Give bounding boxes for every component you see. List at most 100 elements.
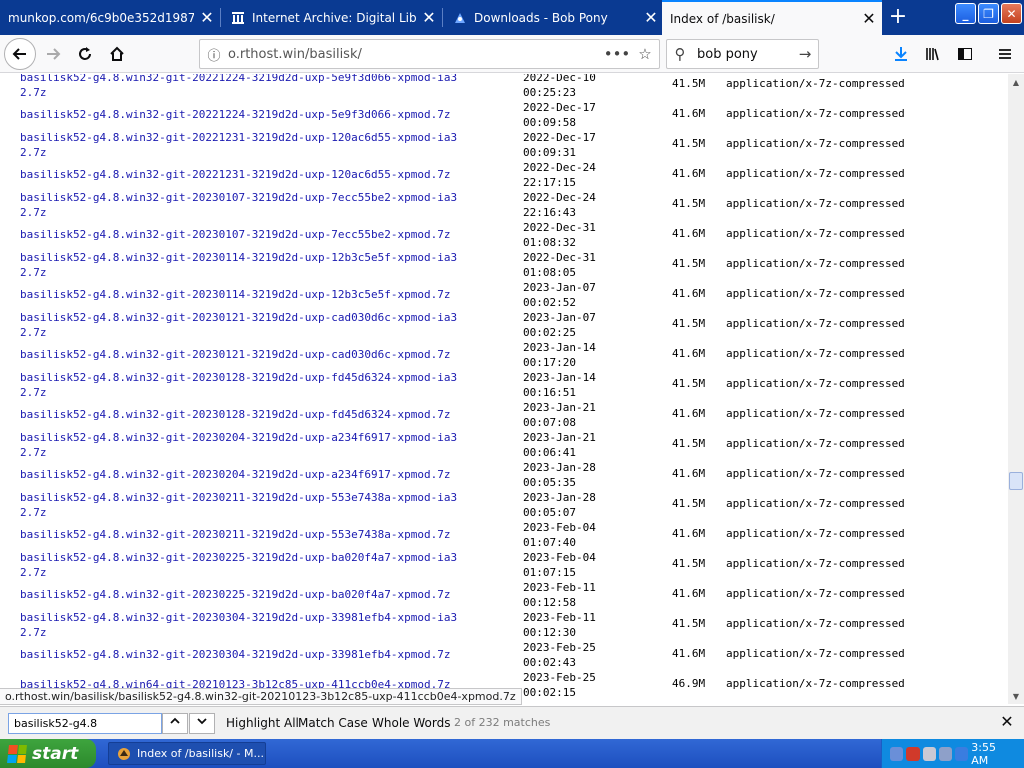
modified-date: 2022-Dec-17: [523, 101, 596, 114]
file-link[interactable]: basilisk52-g4.8.win32-git-20230304-3219d…: [20, 647, 490, 662]
file-link[interactable]: basilisk52-g4.8.win32-git-20230114-3219d…: [20, 250, 462, 280]
downloads-button[interactable]: [886, 39, 916, 69]
close-window-button[interactable]: ✕: [1001, 3, 1022, 24]
download-icon: [895, 47, 907, 61]
match-case-toggle[interactable]: Match Case: [298, 716, 368, 730]
maximize-button[interactable]: ❐: [978, 3, 999, 24]
home-button[interactable]: [102, 39, 132, 69]
tab-munkop[interactable]: munkop.com/6c9b0e352d1987ebe5f ✕: [0, 0, 220, 35]
bookmark-star-icon[interactable]: ☆: [631, 45, 659, 63]
scroll-down-icon[interactable]: ▼: [1008, 688, 1024, 704]
listing-row: basilisk52-g4.8.win32-git-20230211-3219d…: [0, 490, 1008, 520]
file-link[interactable]: basilisk52-g4.8.win32-git-20230128-3219d…: [20, 370, 462, 400]
modified-time: 01:07:15: [523, 566, 576, 579]
highlight-all-toggle[interactable]: Highlight All: [226, 716, 299, 730]
file-size: 41.6M: [672, 647, 706, 660]
close-icon[interactable]: ✕: [856, 9, 882, 28]
search-input[interactable]: bob pony: [693, 47, 792, 62]
modified-datetime: 2023-Feb-04 01:07:40: [523, 520, 643, 550]
mime-type: application/x-7z-compressed: [726, 227, 905, 240]
file-link[interactable]: basilisk52-g4.8.win32-git-20221231-3219d…: [20, 130, 462, 160]
close-icon[interactable]: ✕: [416, 8, 442, 27]
find-previous-button[interactable]: [162, 713, 188, 734]
file-link[interactable]: basilisk52-g4.8.win32-git-20230121-3219d…: [20, 310, 462, 340]
mime-type: application/x-7z-compressed: [726, 587, 905, 600]
start-button[interactable]: start: [0, 739, 96, 768]
security-shield-icon[interactable]: [906, 746, 920, 761]
sidebar-button[interactable]: [950, 39, 980, 69]
page-actions-icon[interactable]: •••: [603, 45, 631, 63]
file-link[interactable]: basilisk52-g4.8.win32-git-20230211-3219d…: [20, 527, 490, 542]
mime-type: application/x-7z-compressed: [726, 257, 905, 270]
file-link[interactable]: basilisk52-g4.8.win32-git-20230304-3219d…: [20, 610, 462, 640]
taskbar: start Index of /basilisk/ - M... 3:55 AM: [0, 739, 1024, 768]
modified-time: 22:17:15: [523, 176, 576, 189]
close-find-bar-icon[interactable]: ✕: [998, 712, 1016, 731]
search-go-icon[interactable]: →: [792, 45, 818, 63]
tab-separator: [442, 8, 443, 27]
scrollbar-thumb[interactable]: [1009, 472, 1023, 490]
modified-date: 2023-Feb-04: [523, 551, 596, 564]
taskbar-item-browser[interactable]: Index of /basilisk/ - M...: [108, 742, 266, 765]
tab-index-basilisk[interactable]: Index of /basilisk/ ✕: [662, 0, 882, 35]
file-link[interactable]: basilisk52-g4.8.win32-git-20230114-3219d…: [20, 287, 490, 302]
file-link[interactable]: basilisk52-g4.8.win32-git-20230225-3219d…: [20, 550, 462, 580]
file-link[interactable]: basilisk52-g4.8.win32-git-20230107-3219d…: [20, 227, 490, 242]
reload-button[interactable]: [70, 39, 100, 69]
tab-internet-archive[interactable]: Internet Archive: Digital Library of ✕: [222, 0, 442, 35]
url-bar[interactable]: ⓘ o.rthost.win/basilisk/ ••• ☆: [199, 39, 660, 69]
file-link[interactable]: basilisk52-g4.8.win32-git-20230211-3219d…: [20, 490, 462, 520]
menu-button[interactable]: [990, 39, 1020, 69]
listing-row: basilisk52-g4.8.win32-git-20230107-3219d…: [0, 220, 1008, 250]
file-size: 41.5M: [672, 317, 706, 330]
tab-downloads-bob-pony[interactable]: Downloads - Bob Pony ✕: [444, 0, 664, 35]
modified-time: 00:02:15: [523, 686, 576, 699]
basilisk-app-icon: [118, 747, 130, 760]
file-link[interactable]: basilisk52-g4.8.win32-git-20221224-3219d…: [20, 107, 490, 122]
update-icon[interactable]: [955, 746, 969, 761]
close-icon[interactable]: ✕: [638, 8, 664, 27]
close-icon[interactable]: ✕: [194, 8, 220, 27]
search-icon: ⚲: [674, 45, 686, 63]
file-link[interactable]: basilisk52-g4.8.win32-git-20230204-3219d…: [20, 467, 490, 482]
network-icon[interactable]: [890, 746, 904, 761]
antivirus-icon[interactable]: [922, 746, 936, 761]
file-link[interactable]: basilisk52-g4.8.win32-git-20230128-3219d…: [20, 407, 490, 422]
find-input[interactable]: [8, 713, 162, 734]
file-link[interactable]: basilisk52-g4.8.win32-git-20230121-3219d…: [20, 347, 490, 362]
file-link[interactable]: basilisk52-g4.8.win32-git-20230204-3219d…: [20, 430, 462, 460]
forward-button[interactable]: [38, 39, 68, 69]
minimize-button[interactable]: _: [955, 3, 976, 24]
new-tab-button[interactable]: +: [883, 4, 913, 31]
scroll-up-icon[interactable]: ▲: [1008, 74, 1024, 90]
volume-icon[interactable]: [938, 746, 952, 761]
mime-type: application/x-7z-compressed: [726, 347, 905, 360]
info-icon[interactable]: ⓘ: [200, 45, 228, 64]
listing-row: basilisk52-g4.8.win32-git-20230128-3219d…: [0, 400, 1008, 430]
system-clock: 3:55 AM: [971, 740, 996, 767]
file-size: 41.6M: [672, 527, 706, 540]
library-button[interactable]: [918, 39, 948, 69]
vertical-scrollbar[interactable]: ▲ ▼: [1008, 74, 1024, 704]
file-link[interactable]: basilisk52-g4.8.win32-git-20221231-3219d…: [20, 167, 490, 182]
modified-time: 00:05:35: [523, 476, 576, 489]
file-link[interactable]: basilisk52-g4.8.win32-git-20230225-3219d…: [20, 587, 490, 602]
find-next-button[interactable]: [189, 713, 215, 734]
file-link[interactable]: basilisk52-g4.8.win32-git-20230107-3219d…: [20, 190, 462, 220]
navigation-toolbar: ⓘ o.rthost.win/basilisk/ ••• ☆ ⚲ bob pon…: [0, 35, 1024, 73]
modified-datetime: 2023-Feb-25 00:02:15: [523, 670, 643, 700]
search-bar[interactable]: ⚲ bob pony →: [666, 39, 819, 69]
mime-type: application/x-7z-compressed: [726, 437, 905, 450]
modified-time: 00:07:08: [523, 416, 576, 429]
chevron-down-icon: [197, 718, 207, 725]
back-button[interactable]: [4, 38, 36, 70]
url-text[interactable]: o.rthost.win/basilisk/: [228, 47, 603, 62]
whole-words-toggle[interactable]: Whole Words: [372, 716, 450, 730]
file-size: 41.6M: [672, 467, 706, 480]
file-size: 41.5M: [672, 197, 706, 210]
modified-datetime: 2023-Jan-21 00:06:41: [523, 430, 643, 460]
listing-row: basilisk52-g4.8.win32-git-20230114-3219d…: [0, 280, 1008, 310]
modified-date: 2022-Dec-17: [523, 131, 596, 144]
tab-separator: [220, 8, 221, 27]
file-link[interactable]: basilisk52-g4.8.win32-git-20221224-3219d…: [20, 74, 462, 100]
